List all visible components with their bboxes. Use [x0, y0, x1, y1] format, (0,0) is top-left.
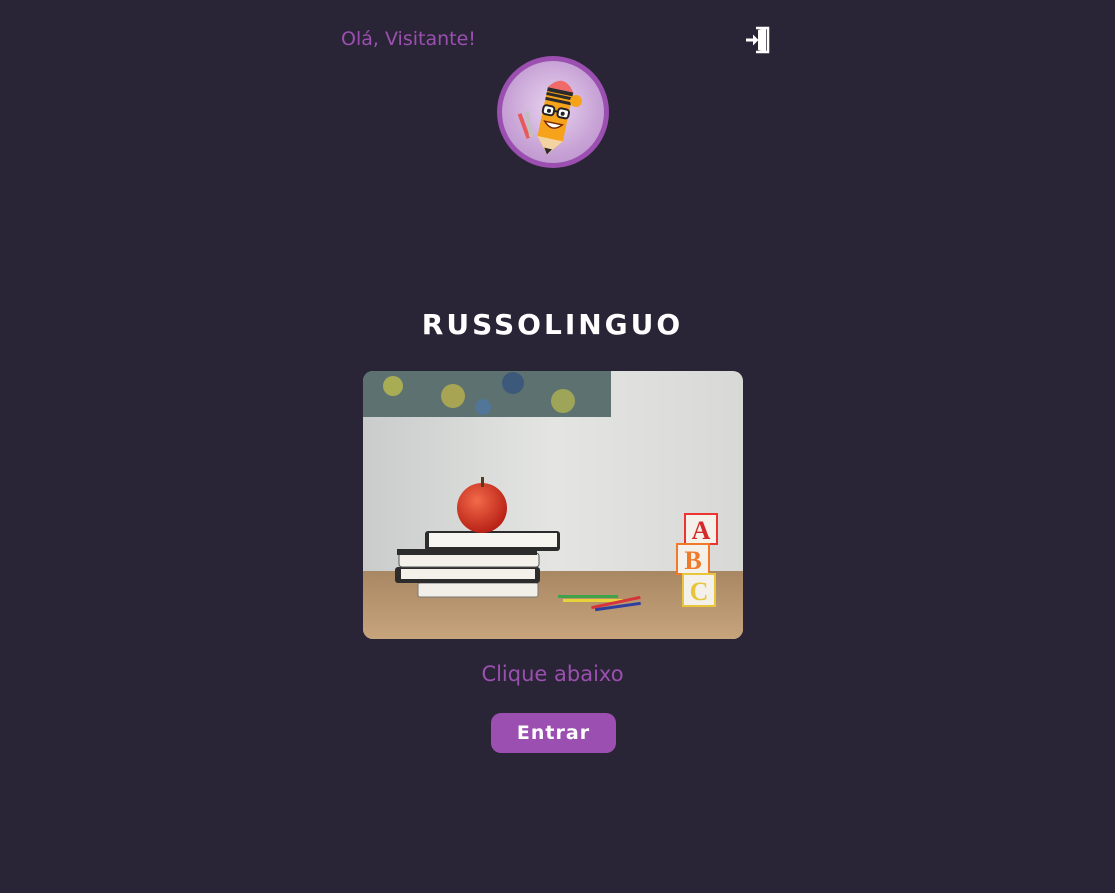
pencil-mascot-icon	[517, 80, 582, 155]
svg-text:B: B	[684, 546, 701, 575]
books-apple-abc-blocks-image: A B C	[363, 371, 743, 639]
enter-button[interactable]: Entrar	[491, 713, 616, 753]
svg-text:C: C	[690, 577, 709, 606]
instruction-text: Clique abaixo	[481, 662, 624, 686]
login-button[interactable]	[744, 26, 770, 54]
login-door-icon	[746, 26, 770, 54]
avatar	[497, 56, 609, 168]
hero-image: A B C	[363, 371, 743, 639]
home-page: Olá, Visitante! RUSSOLINGUO A B C Clique…	[0, 0, 1115, 893]
greeting-text: Olá, Visitante!	[341, 28, 476, 50]
svg-text:A: A	[692, 516, 711, 545]
app-title: RUSSOLINGUO	[421, 308, 684, 341]
